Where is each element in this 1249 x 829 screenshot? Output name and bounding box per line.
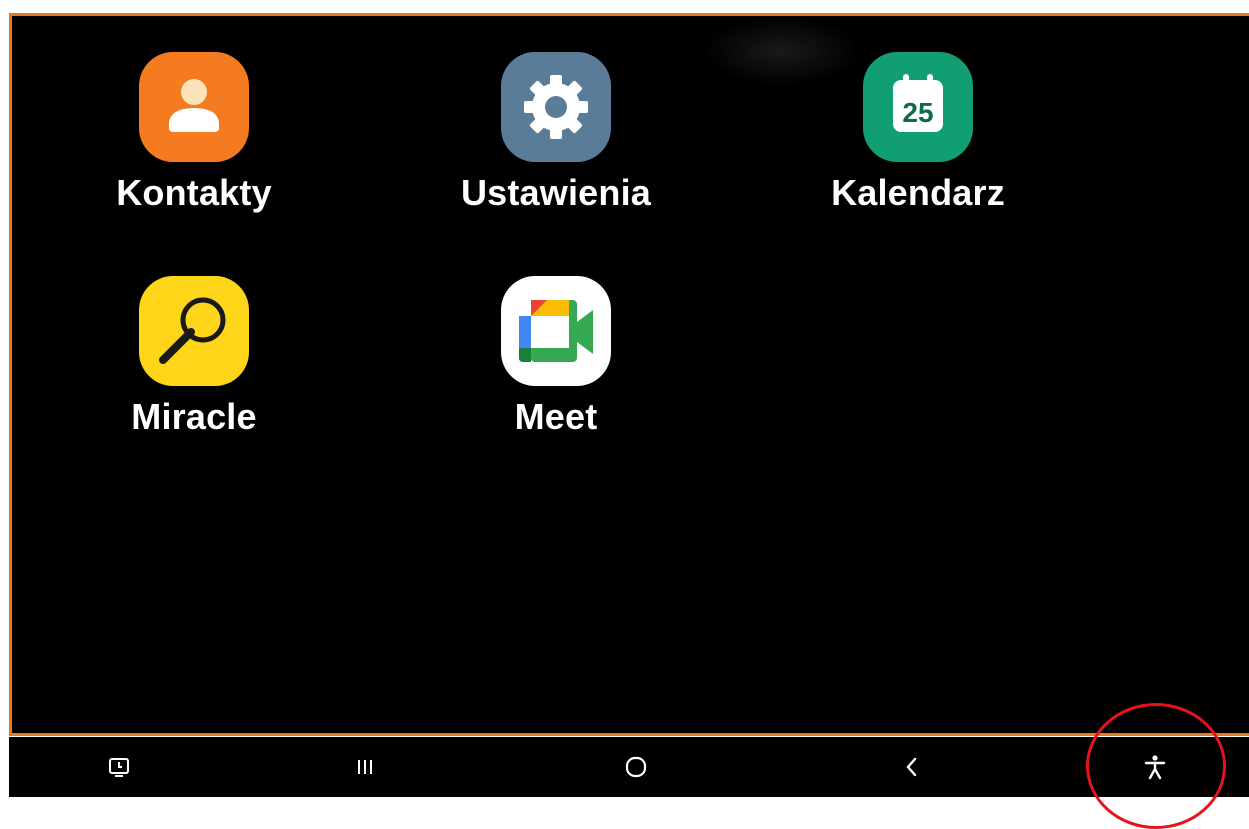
home-screen: Kontakty Ustawienia 25 Kalendarz Miracle… bbox=[9, 13, 1249, 736]
back-button[interactable] bbox=[872, 737, 952, 797]
app-kalendarz[interactable]: 25 Kalendarz bbox=[798, 52, 1038, 214]
app-label: Kontakty bbox=[116, 172, 272, 213]
screen-time-icon bbox=[109, 758, 129, 777]
app-label: Miracle bbox=[131, 396, 257, 437]
back-icon bbox=[906, 757, 917, 777]
gear-icon bbox=[501, 52, 611, 162]
person-icon bbox=[139, 52, 249, 162]
navigation-bar bbox=[9, 737, 1249, 797]
magnifier-icon bbox=[139, 276, 249, 386]
google-meet-icon bbox=[501, 276, 611, 386]
app-label: Ustawienia bbox=[460, 172, 652, 213]
app-label: Meet bbox=[514, 396, 598, 437]
app-kontakty[interactable]: Kontakty bbox=[74, 52, 314, 214]
highlight-circle bbox=[1086, 703, 1226, 829]
calendar-icon: 25 bbox=[863, 52, 973, 162]
app-ustawienia[interactable]: Ustawienia bbox=[436, 52, 676, 214]
app-label: Kalendarz bbox=[831, 172, 1005, 213]
recent-apps-icon bbox=[358, 760, 372, 774]
app-meet[interactable]: Meet bbox=[436, 276, 676, 438]
recent-apps-button[interactable] bbox=[325, 737, 405, 797]
app-miracle[interactable]: Miracle bbox=[74, 276, 314, 438]
home-icon bbox=[625, 756, 647, 778]
home-button[interactable] bbox=[596, 737, 676, 797]
screen-time-button[interactable] bbox=[79, 737, 159, 797]
calendar-date: 25 bbox=[902, 97, 933, 128]
